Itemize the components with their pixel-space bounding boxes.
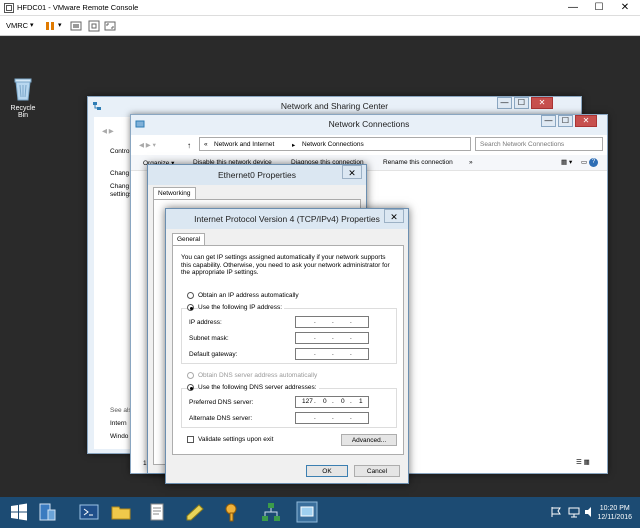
breadcrumb-prefix: « bbox=[204, 141, 208, 148]
subnet-mask-label: Subnet mask: bbox=[189, 335, 229, 342]
fullscreen-icon[interactable] bbox=[104, 20, 116, 32]
details-view-icon[interactable]: ☰ ▦ bbox=[576, 458, 590, 466]
notes-icon[interactable] bbox=[184, 501, 206, 523]
validate-settings-checkbox[interactable] bbox=[187, 436, 194, 443]
maximize-button[interactable]: ☐ bbox=[587, 0, 611, 16]
ipv4-properties-dialog: Internet Protocol Version 4 (TCP/IPv4) P… bbox=[165, 208, 409, 484]
minimize-button[interactable]: — bbox=[561, 0, 585, 16]
breadcrumb-separator[interactable]: ▸ bbox=[292, 141, 295, 149]
breadcrumb-network-internet[interactable]: Network and Internet bbox=[214, 141, 274, 148]
start-windows-icon[interactable] bbox=[8, 501, 30, 523]
more-commands-button[interactable]: » bbox=[469, 159, 473, 166]
ip-settings-description: You can get IP settings assigned automat… bbox=[181, 254, 390, 276]
powershell-icon[interactable] bbox=[78, 501, 100, 523]
use-following-ip-radio[interactable] bbox=[187, 304, 194, 311]
default-gateway-field[interactable]: ... bbox=[295, 348, 369, 360]
vmrc-menu-caret[interactable]: ▾ bbox=[30, 21, 34, 29]
alternate-dns-field[interactable]: ... bbox=[295, 412, 369, 424]
tray-network-icon[interactable] bbox=[568, 506, 580, 518]
recycle-bin-label: Recycle Bin bbox=[10, 105, 36, 119]
send-ctrl-alt-del-icon[interactable] bbox=[70, 20, 82, 32]
nc-title: Network Connections bbox=[328, 119, 410, 129]
nsc-left-item-1[interactable]: Contro bbox=[110, 148, 130, 155]
nc-back-forward-icon[interactable]: ◀ ▶ ▾ bbox=[139, 141, 156, 149]
search-input[interactable]: Search Network Connections bbox=[475, 137, 603, 151]
pause-icon[interactable] bbox=[44, 20, 56, 32]
fit-window-icon[interactable] bbox=[88, 20, 100, 32]
advanced-button[interactable]: Advanced... bbox=[341, 434, 397, 446]
preview-pane-icon[interactable]: ▭ bbox=[581, 158, 587, 166]
tray-flag-icon[interactable] bbox=[550, 506, 562, 518]
ipv4-close-button[interactable]: ✕ bbox=[384, 209, 404, 223]
obtain-ip-auto-label[interactable]: Obtain an IP address automatically bbox=[198, 292, 299, 299]
default-gateway-label: Default gateway: bbox=[189, 351, 238, 358]
address-bar[interactable]: « Network and Internet ▸ Network Connect… bbox=[199, 137, 471, 151]
nc-maximize-button[interactable]: ☐ bbox=[558, 115, 573, 127]
breadcrumb-network-connections[interactable]: Network Connections bbox=[302, 141, 364, 148]
tab-networking[interactable]: Networking bbox=[153, 187, 196, 199]
view-options-icon[interactable]: ▦ ▾ bbox=[561, 158, 572, 166]
preferred-dns-field[interactable]: 127 . 0 . 0 . 1 bbox=[295, 396, 369, 408]
recycle-bin[interactable]: Recycle Bin bbox=[6, 77, 40, 119]
nsc-see-also-windows[interactable]: Windo bbox=[110, 433, 128, 440]
network-connections-taskbar-icon[interactable] bbox=[296, 501, 318, 523]
nc-close-button[interactable]: ✕ bbox=[575, 115, 597, 127]
taskbar: 10:20 PM 12/11/2016 bbox=[0, 497, 640, 528]
ethernet0-close-button[interactable]: ✕ bbox=[342, 165, 362, 179]
tab-general[interactable]: General bbox=[172, 233, 206, 245]
obtain-dns-auto-radio[interactable] bbox=[187, 372, 194, 379]
key-tool-icon[interactable] bbox=[222, 501, 244, 523]
nsc-maximize-button[interactable]: ☐ bbox=[514, 97, 529, 109]
use-following-dns-label[interactable]: Use the following DNS server addresses: bbox=[198, 384, 319, 391]
nsc-see-also-internet[interactable]: Intern bbox=[110, 420, 127, 427]
nc-up-icon[interactable]: ↑ bbox=[187, 141, 191, 150]
subnet-mask-field[interactable]: ... bbox=[295, 332, 369, 344]
vmrc-menu[interactable]: VMRC bbox=[6, 21, 28, 30]
taskbar-clock[interactable]: 10:20 PM 12/11/2016 bbox=[597, 504, 632, 522]
ip-address-label: IP address: bbox=[189, 319, 222, 326]
nc-minimize-button[interactable]: — bbox=[541, 115, 556, 127]
obtain-ip-auto-radio[interactable] bbox=[187, 292, 194, 299]
help-icon[interactable]: ? bbox=[589, 158, 598, 167]
general-panel: You can get IP settings assigned automat… bbox=[172, 245, 404, 455]
documents-icon[interactable] bbox=[146, 501, 168, 523]
file-explorer-icon[interactable] bbox=[110, 501, 132, 523]
search-placeholder: Search Network Connections bbox=[480, 141, 565, 148]
ethernet0-title: Ethernet0 Properties bbox=[148, 165, 366, 185]
vmrc-toolbar: VMRC ▾ ▾ bbox=[0, 16, 640, 36]
validate-settings-label[interactable]: Validate settings upon exit bbox=[198, 436, 273, 443]
ipv4-dialog-title: Internet Protocol Version 4 (TCP/IPv4) P… bbox=[166, 209, 408, 229]
nsc-back-icon[interactable]: ◀ ▶ bbox=[102, 127, 114, 135]
close-button[interactable]: ✕ bbox=[613, 0, 637, 16]
cancel-button[interactable]: Cancel bbox=[354, 465, 400, 477]
obtain-dns-auto-label[interactable]: Obtain DNS server address automatically bbox=[198, 372, 317, 379]
server-manager-icon[interactable] bbox=[36, 501, 58, 523]
ok-button[interactable]: OK bbox=[306, 465, 348, 477]
tray-volume-icon[interactable] bbox=[584, 506, 596, 518]
clock-time: 10:20 PM bbox=[599, 505, 630, 512]
alternate-dns-label: Alternate DNS server: bbox=[189, 415, 253, 422]
nsc-left-item-2[interactable]: Chang bbox=[110, 170, 129, 177]
vmrc-window-title: HFDC01 - VMware Remote Console bbox=[17, 3, 139, 12]
nsc-close-button[interactable]: ✕ bbox=[531, 97, 553, 109]
rename-connection-button[interactable]: Rename this connection bbox=[383, 159, 453, 166]
recycle-bin-icon bbox=[14, 78, 32, 101]
pause-caret[interactable]: ▾ bbox=[58, 21, 62, 29]
network-tool-icon[interactable] bbox=[260, 501, 282, 523]
nsc-left-item-3[interactable]: Chang bbox=[110, 183, 129, 190]
clock-date: 12/11/2016 bbox=[597, 514, 632, 521]
nsc-minimize-button[interactable]: — bbox=[497, 97, 512, 109]
use-following-ip-label[interactable]: Use the following IP address: bbox=[198, 304, 285, 311]
vmware-app-icon bbox=[4, 3, 14, 13]
ip-address-field[interactable]: ... bbox=[295, 316, 369, 328]
preferred-dns-label: Preferred DNS server: bbox=[189, 399, 254, 406]
nsc-see-also: See als bbox=[110, 407, 132, 414]
vmrc-titlebar: HFDC01 - VMware Remote Console — ☐ ✕ bbox=[0, 0, 640, 16]
use-following-dns-radio[interactable] bbox=[187, 384, 194, 391]
